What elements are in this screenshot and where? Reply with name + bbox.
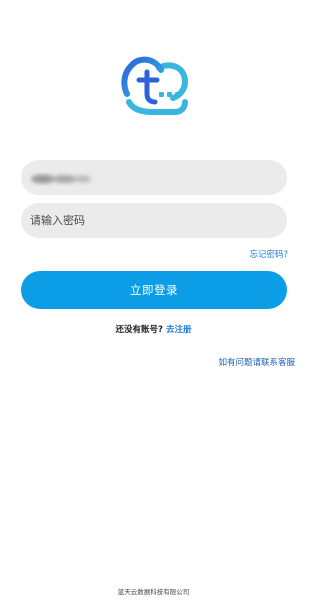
register-row: 还没有账号? 去注册 bbox=[0, 323, 307, 335]
password-field[interactable] bbox=[21, 203, 287, 238]
password-input[interactable] bbox=[21, 203, 287, 238]
username-field[interactable] bbox=[21, 160, 287, 195]
register-prompt: 还没有账号? bbox=[115, 325, 163, 335]
forgot-password-link[interactable]: 忘记密码? bbox=[249, 248, 288, 260]
contact-support-link[interactable]: 如有问题请联系客服 bbox=[218, 356, 295, 368]
footer-company-name: 蓝天云数据科技有限公司 bbox=[117, 588, 190, 596]
register-link[interactable]: 去注册 bbox=[166, 325, 192, 335]
login-button[interactable]: 立即登录 bbox=[21, 271, 287, 309]
cloud-logo-icon bbox=[121, 56, 189, 115]
blurred-username-value bbox=[31, 174, 91, 184]
login-screen: 忘记密码? 立即登录 还没有账号? 去注册 如有问题请联系客服 蓝天云数据科技有限… bbox=[0, 0, 307, 600]
